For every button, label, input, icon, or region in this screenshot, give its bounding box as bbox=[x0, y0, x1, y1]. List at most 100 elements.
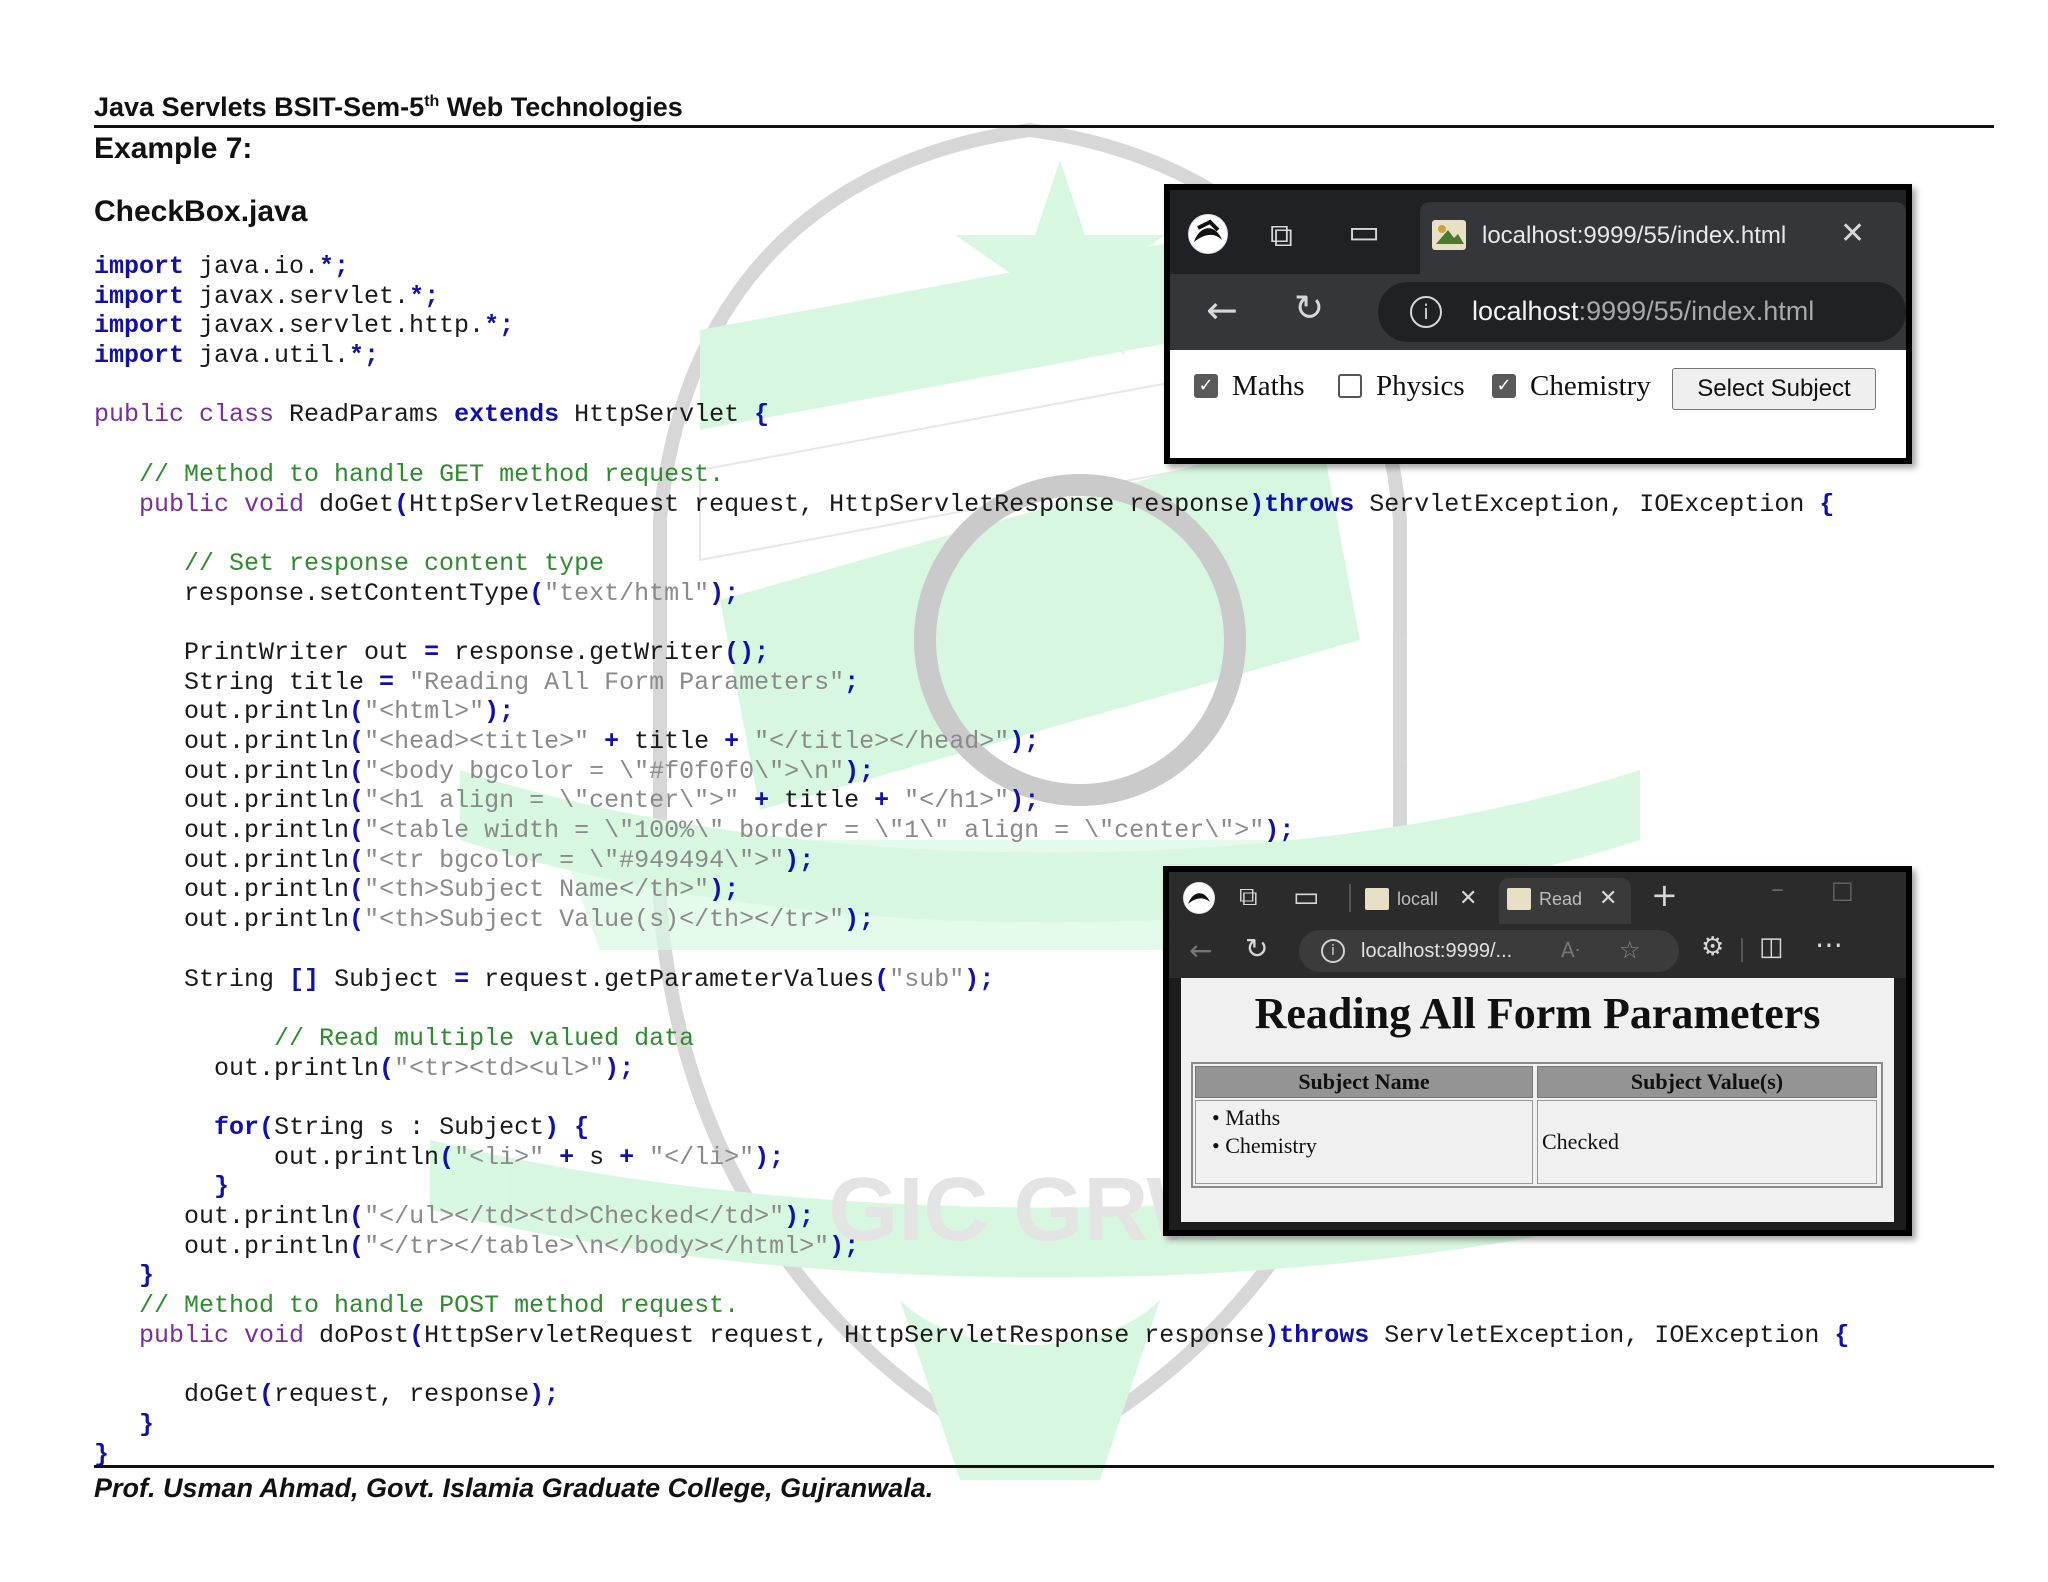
code-token: ); bbox=[784, 1202, 815, 1231]
reload-icon[interactable]: ↻ bbox=[1245, 932, 1268, 965]
code-token: response.getWriter bbox=[439, 637, 725, 667]
code-token: ); bbox=[844, 756, 875, 786]
code-token: ( bbox=[349, 786, 365, 816]
back-icon[interactable]: ← bbox=[1206, 288, 1238, 332]
code-token: ( bbox=[349, 697, 365, 727]
maximize-icon[interactable]: □ bbox=[1831, 876, 1854, 904]
more-options-icon[interactable]: ⋯ bbox=[1815, 928, 1843, 961]
tab1-title: locall bbox=[1397, 889, 1439, 909]
code-token: ( bbox=[349, 875, 365, 905]
new-tab-icon[interactable]: + bbox=[1651, 876, 1678, 914]
code-token: ); bbox=[1009, 786, 1040, 816]
code-token: ( bbox=[439, 1142, 455, 1172]
code-token: "<table width = \"100%\" border = \"1\" … bbox=[364, 816, 1265, 846]
favorite-star-icon[interactable]: ☆ bbox=[1619, 936, 1641, 964]
url-input[interactable]: i localhost:9999/... Aᐧ ☆ bbox=[1299, 930, 1679, 972]
code-token: ( bbox=[874, 964, 890, 994]
checkbox-physics[interactable] bbox=[1338, 374, 1362, 398]
footer-text: Prof. Usman Ahmad, Govt. Islamia Graduat… bbox=[94, 1473, 934, 1503]
extensions-icon[interactable]: ⚙ bbox=[1701, 932, 1724, 962]
header-title-sup: th bbox=[424, 93, 440, 110]
browser-window-result: ⧉ ▭ locall ✕ Read ✕ + – □ ← ↻ i localhos… bbox=[1163, 866, 1912, 1236]
tab-actions-icon[interactable]: ▭ bbox=[1293, 880, 1319, 913]
code-token: // Method to handle POST method request. bbox=[139, 1291, 740, 1321]
code-token: { bbox=[754, 400, 770, 430]
checkbox-chemistry[interactable]: ✓ bbox=[1492, 374, 1516, 398]
workspaces-icon[interactable]: ⧉ bbox=[1239, 882, 1258, 913]
code-token: PrintWriter out bbox=[94, 637, 425, 667]
close-tab-icon[interactable]: ✕ bbox=[1840, 216, 1865, 251]
code-token: ( bbox=[259, 1112, 275, 1142]
code-token: ServletException, IOException bbox=[1354, 489, 1820, 519]
reload-icon[interactable]: ↻ bbox=[1294, 288, 1324, 329]
code-token: "<tr><td><ul>" bbox=[394, 1053, 605, 1083]
code-line: doGet(request, response); bbox=[94, 1380, 1849, 1410]
code-token: doPost bbox=[304, 1320, 410, 1350]
url-input[interactable]: i localhost:9999/55/index.html bbox=[1378, 282, 1906, 342]
code-token: out.println bbox=[94, 727, 350, 756]
page-favicon-icon bbox=[1507, 888, 1531, 910]
tab-read[interactable]: Read ✕ bbox=[1499, 878, 1631, 924]
select-subject-button[interactable]: Select Subject bbox=[1672, 368, 1876, 410]
close-tab-icon[interactable]: ✕ bbox=[1459, 886, 1477, 911]
code-line: PrintWriter out = response.getWriter(); bbox=[94, 638, 1849, 668]
info-icon[interactable]: i bbox=[1410, 296, 1442, 328]
code-token: { bbox=[1834, 1320, 1850, 1350]
tab-localhost[interactable]: locall ✕ bbox=[1359, 880, 1491, 920]
info-icon[interactable]: i bbox=[1321, 939, 1345, 963]
page-favicon-icon bbox=[1365, 888, 1389, 910]
code-token: ( bbox=[259, 1380, 275, 1410]
code-token: = bbox=[379, 667, 395, 697]
code-token: ); bbox=[844, 905, 875, 935]
code-token: request.getParameterValues bbox=[469, 964, 875, 994]
back-icon[interactable]: ← bbox=[1189, 934, 1212, 967]
page-favicon-icon bbox=[1432, 220, 1466, 250]
close-tab-icon[interactable]: ✕ bbox=[1599, 886, 1617, 911]
code-token: ) bbox=[1264, 1320, 1280, 1350]
col-header-subject-values: Subject Value(s) bbox=[1537, 1066, 1877, 1098]
code-token: "<th>Subject Value(s)</th></tr>" bbox=[364, 905, 845, 935]
workspaces-icon[interactable]: ⧉ bbox=[1270, 216, 1293, 255]
address-bar-row: ← ↻ i localhost:9999/... Aᐧ ☆ ⚙ ◫ ⋯ bbox=[1169, 924, 1906, 978]
code-token: out.println bbox=[94, 1142, 440, 1172]
code-token: javax.servlet.http. bbox=[184, 311, 485, 341]
code-line: // Method to handle POST method request. bbox=[94, 1291, 1849, 1321]
code-token: { bbox=[574, 1112, 590, 1142]
code-token: String s : Subject bbox=[274, 1112, 545, 1142]
code-token: ); bbox=[1009, 727, 1040, 756]
code-line: response.setContentType("text/html"); bbox=[94, 579, 1849, 609]
code-token: doGet bbox=[94, 1380, 260, 1410]
checkbox-maths[interactable]: ✓ bbox=[1194, 374, 1218, 398]
code-token: "text/html" bbox=[544, 578, 710, 608]
code-token: out.println bbox=[94, 875, 350, 905]
code-line: // Method to handle GET method request. bbox=[94, 460, 1849, 490]
code-token: "<html>" bbox=[364, 697, 485, 727]
code-token: // Read multiple valued data bbox=[274, 1023, 695, 1053]
col-header-subject-name: Subject Name bbox=[1195, 1066, 1533, 1098]
header-rule bbox=[94, 125, 1994, 128]
profile-avatar[interactable] bbox=[1183, 882, 1215, 914]
split-screen-icon[interactable]: ◫ bbox=[1759, 932, 1784, 962]
address-bar-row: ← ↻ i localhost:9999/55/index.html bbox=[1170, 274, 1906, 350]
code-token: import bbox=[94, 281, 185, 311]
code-token: ( bbox=[349, 1231, 365, 1261]
value-text: Checked bbox=[1542, 1129, 1619, 1154]
code-token: javax.servlet. bbox=[184, 281, 410, 311]
code-token: public void bbox=[139, 489, 305, 519]
code-line: out.println("<table width = \"100%\" bor… bbox=[94, 816, 1849, 846]
profile-avatar[interactable] bbox=[1188, 214, 1228, 254]
code-token: // Method to handle GET method request. bbox=[139, 459, 725, 489]
tab-actions-icon[interactable]: ▭ bbox=[1348, 212, 1380, 252]
tab-index[interactable]: localhost:9999/55/index.html ✕ bbox=[1420, 202, 1906, 274]
minimize-icon[interactable]: – bbox=[1771, 874, 1784, 904]
read-aloud-icon[interactable]: Aᐧ bbox=[1561, 938, 1580, 962]
